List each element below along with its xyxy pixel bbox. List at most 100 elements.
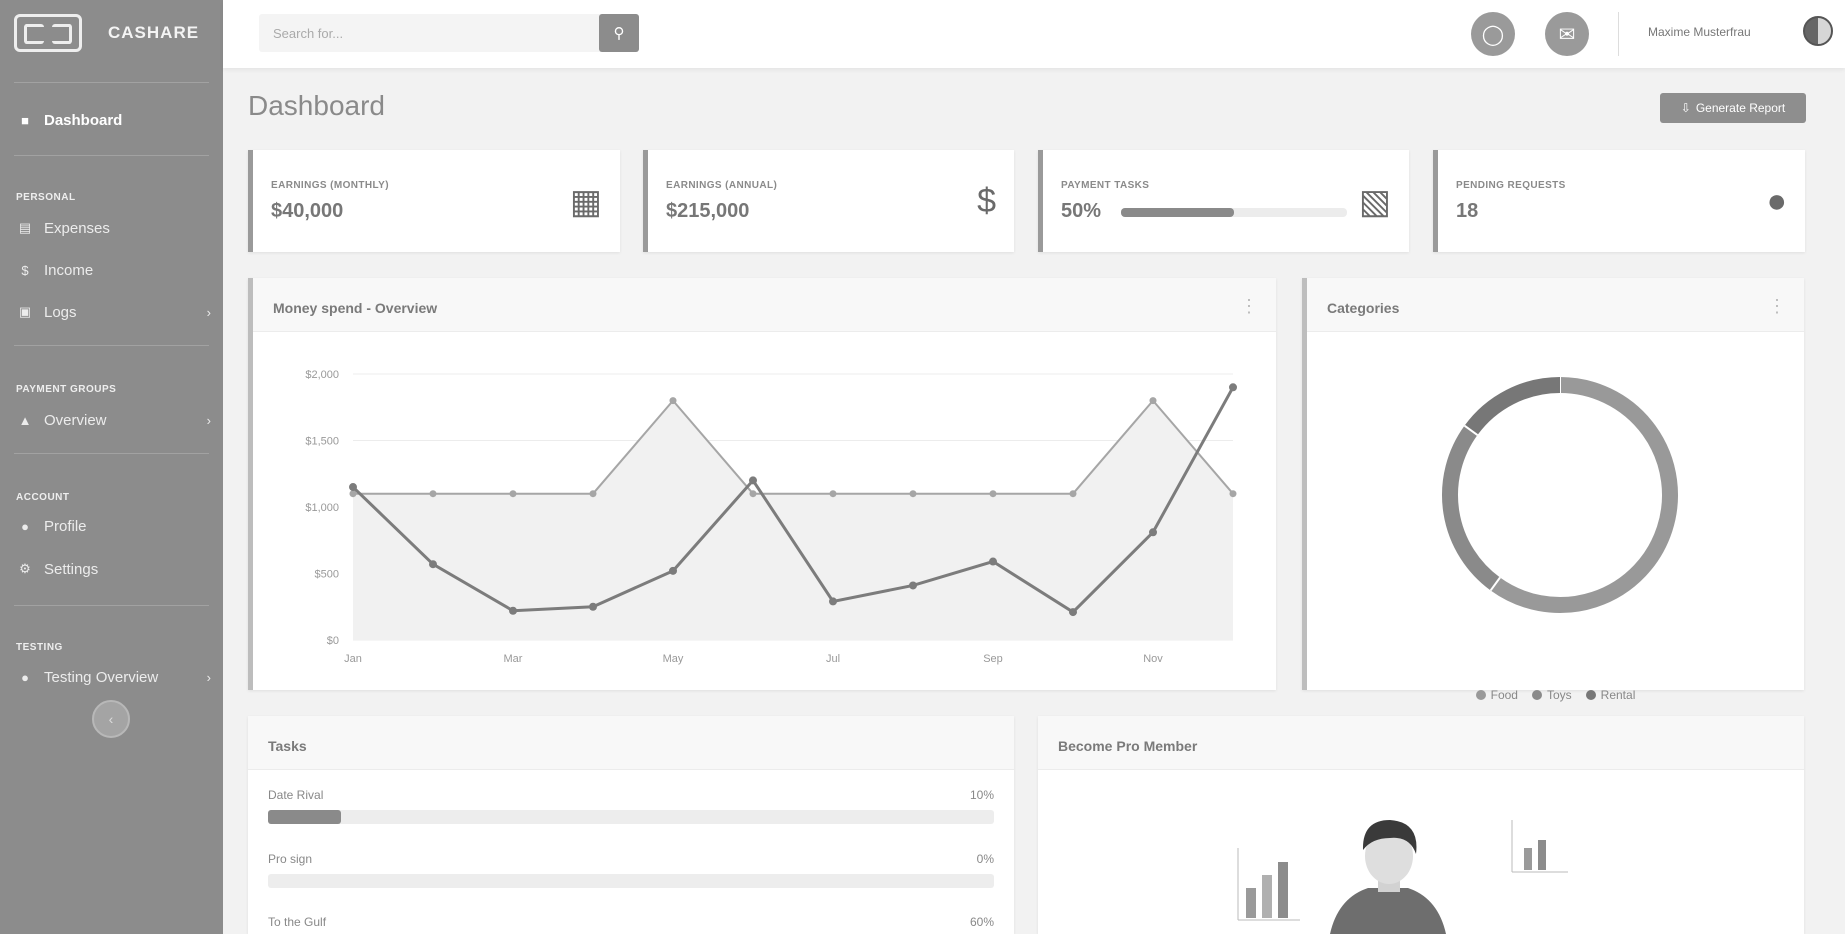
data-point: [749, 476, 757, 485]
sidebar-item-label: Expenses: [44, 219, 110, 237]
search-icon: ⚲: [613, 25, 625, 42]
sidebar-heading-account: ACCOUNT: [16, 492, 70, 503]
kebab-menu-icon[interactable]: ⋮: [1768, 296, 1786, 317]
chevron-left-icon: ‹: [108, 711, 114, 727]
data-point: [909, 490, 917, 498]
sidebar-divider: [14, 453, 209, 454]
data-point: [989, 557, 997, 566]
card-title: Tasks: [248, 716, 1014, 770]
task-bar: [268, 810, 994, 824]
sidebar-divider: [14, 155, 209, 156]
y-tick-label: $1,500: [305, 436, 339, 448]
donut-chart: [1442, 377, 1678, 613]
legend-item[interactable]: Rental: [1585, 688, 1636, 702]
data-point: [1229, 490, 1237, 498]
y-tick-label: $2,000: [305, 369, 339, 381]
tachometer-icon: ■: [21, 112, 29, 128]
generate-report-label: Generate Report: [1695, 101, 1786, 115]
sidebar-item-logs[interactable]: ▣ Logs ›: [16, 299, 211, 325]
bell-icon: ◯: [1481, 23, 1505, 46]
chevron-right-icon: ›: [206, 304, 211, 320]
task-item: To the Gulf 60%: [268, 915, 994, 929]
data-point: [509, 490, 517, 498]
sidebar-item-income[interactable]: $ Income: [16, 257, 211, 283]
data-point: [989, 490, 997, 498]
search-bar: ⚲: [259, 14, 639, 52]
brand-name: CASHARE: [108, 23, 200, 42]
avatar[interactable]: [1803, 16, 1833, 46]
user-name[interactable]: Maxime Musterfrau: [1648, 25, 1751, 39]
sidebar-item-expenses[interactable]: ▤ Expenses: [16, 215, 211, 241]
sidebar-item-label: Overview: [44, 411, 107, 429]
alerts-button[interactable]: ◯: [1471, 12, 1515, 56]
donut-slice: [1464, 377, 1561, 436]
dollar-icon: $: [21, 262, 29, 278]
sidebar-item-overview[interactable]: ▲ Overview ›: [16, 407, 211, 433]
donut-slice: [1490, 377, 1678, 613]
chevron-right-icon: ›: [206, 669, 211, 685]
sidebar-item-testing-overview[interactable]: ● Testing Overview ›: [16, 664, 211, 690]
data-point: [429, 490, 437, 498]
chevron-right-icon: ›: [206, 412, 211, 428]
stat-label: PENDING REQUESTS: [1456, 180, 1566, 191]
legend-swatch: [1475, 690, 1486, 700]
sidebar-heading-payment-groups: PAYMENT GROUPS: [16, 384, 117, 395]
sidebar-item-settings[interactable]: ⚙ Settings: [16, 556, 211, 582]
stat-value: 18: [1456, 200, 1479, 222]
sidebar-item-label: Profile: [44, 517, 87, 535]
sidebar-item-label: Income: [44, 261, 94, 279]
task-item: Date Rival 10%: [268, 788, 994, 824]
gear-icon: ⚙: [19, 561, 31, 576]
sidebar-item-label: Dashboard: [44, 111, 123, 129]
calendar-icon: ▦: [569, 183, 602, 221]
data-point: [349, 483, 357, 492]
stat-card-monthly: EARNINGS (MONTHLY) $40,000 ▦: [248, 150, 620, 252]
clipboard-icon: ▧: [1358, 183, 1391, 221]
data-point: [429, 560, 437, 569]
promo-illustration: [1237, 820, 1568, 934]
money-bill-icon: ▤: [18, 220, 32, 235]
task-percent: 0%: [976, 852, 994, 866]
sidebar-toggle-button[interactable]: ‹: [92, 700, 130, 738]
stat-value: $215,000: [666, 200, 750, 222]
file-icon: ▣: [18, 304, 32, 319]
data-point: [749, 490, 757, 498]
overview-chart-card: Money spend - Overview ⋮ $0 $500 $1,000 $1,…: [248, 278, 1276, 690]
data-point: [909, 581, 917, 590]
y-tick-label: $0: [327, 635, 339, 647]
generate-report-button[interactable]: ⇩ Generate Report: [1660, 93, 1806, 123]
stat-card-tasks: PAYMENT TASKS 50% ▧: [1038, 150, 1409, 252]
search-button[interactable]: ⚲: [599, 14, 639, 52]
sidebar-item-label: Logs: [44, 303, 77, 321]
legend-swatch: [1585, 690, 1596, 700]
task-label: Pro sign: [268, 852, 313, 866]
dollar-icon: $: [977, 182, 996, 220]
legend-swatch: [1531, 690, 1542, 700]
data-point: [1069, 490, 1077, 498]
task-percent: 60%: [969, 915, 994, 929]
sidebar-divider: [14, 82, 209, 83]
data-point: [669, 566, 677, 575]
promo-card: Become Pro Member: [1038, 716, 1804, 934]
data-point: [589, 490, 597, 498]
messages-button[interactable]: ✉: [1545, 12, 1589, 56]
search-input[interactable]: [259, 14, 599, 52]
sidebar-divider: [14, 605, 209, 606]
x-tick-label: Sep: [983, 653, 1003, 665]
legend-item[interactable]: Toys: [1531, 688, 1572, 702]
topbar-divider: [1618, 12, 1619, 56]
user-icon: ●: [21, 518, 29, 534]
sidebar-item-profile[interactable]: ● Profile: [16, 513, 211, 539]
legend-item[interactable]: Food: [1475, 688, 1518, 702]
x-tick-label: Nov: [1143, 653, 1163, 665]
legend-label: Rental: [1600, 688, 1636, 702]
chart-area-icon: ▲: [18, 412, 32, 428]
sidebar: CASHARE ■ Dashboard PERSONAL ▤ Expenses …: [0, 0, 223, 934]
brand[interactable]: CASHARE: [14, 14, 199, 52]
kebab-menu-icon[interactable]: ⋮: [1240, 296, 1258, 317]
sidebar-heading-testing: TESTING: [16, 642, 63, 653]
download-icon: ⇩: [1680, 101, 1691, 115]
sidebar-item-dashboard[interactable]: ■ Dashboard: [16, 107, 211, 133]
y-tick-label: $500: [315, 569, 339, 581]
legend-label: Toys: [1546, 688, 1572, 702]
